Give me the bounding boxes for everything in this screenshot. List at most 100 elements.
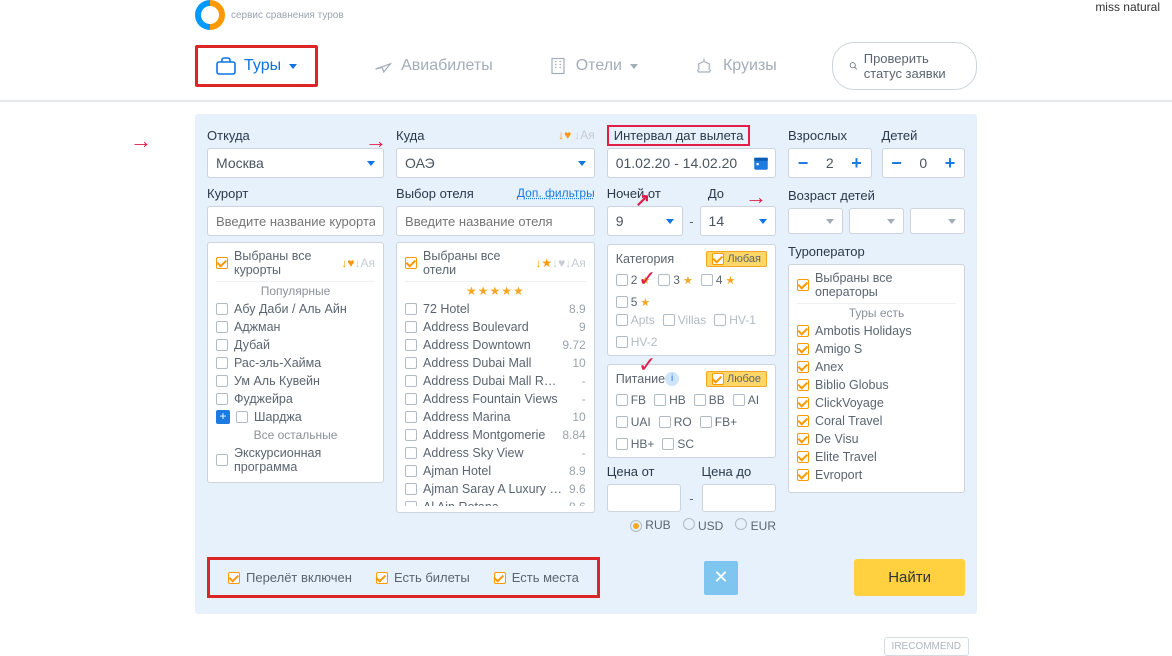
resort-rest-label: Все остальные: [216, 426, 375, 444]
currency-usd[interactable]: USD: [683, 518, 724, 533]
annotation-arrow: →: [745, 184, 767, 210]
check-status-button[interactable]: Проверить статус заявки: [832, 42, 977, 90]
meal-option[interactable]: FB: [616, 393, 646, 407]
resort-popular-label: Популярные: [216, 282, 375, 300]
hotel-input[interactable]: [396, 206, 595, 236]
tickets-available-checkbox[interactable]: Есть билеты: [376, 570, 470, 585]
meal-option[interactable]: RO: [659, 415, 692, 429]
watermark: IRECOMMEND: [884, 637, 969, 656]
nav-cruises[interactable]: Круизы: [693, 57, 777, 75]
dates-input[interactable]: 01.02.20 - 14.02.20: [607, 148, 776, 178]
operator-item[interactable]: De Visu: [797, 430, 956, 448]
age-select[interactable]: [849, 208, 904, 234]
find-button[interactable]: Найти: [854, 559, 965, 596]
resort-item[interactable]: Ум Аль Кувейн: [216, 372, 375, 390]
operator-item[interactable]: Elite Travel: [797, 448, 956, 466]
hotel-item[interactable]: Address Sky View-: [405, 444, 586, 462]
hotel-item[interactable]: Address Dubai Mall10: [405, 354, 586, 372]
operator-item[interactable]: Coral Travel: [797, 412, 956, 430]
suitcase-icon: [216, 57, 236, 75]
meal-option[interactable]: HB: [654, 393, 686, 407]
age-select[interactable]: [910, 208, 965, 234]
close-button[interactable]: ✕: [704, 561, 738, 595]
operator-item[interactable]: Ambotis Holidays: [797, 322, 956, 340]
resort-all-checkbox[interactable]: [216, 257, 228, 269]
resort-item[interactable]: Аджман: [216, 318, 375, 336]
hotel-item[interactable]: Address Montgomerie8.84: [405, 426, 586, 444]
info-icon[interactable]: i: [665, 372, 679, 386]
resort-item[interactable]: Дубай: [216, 336, 375, 354]
expand-icon[interactable]: +: [216, 410, 230, 424]
hotel-item[interactable]: Address Fountain Views-: [405, 390, 586, 408]
price-to-input[interactable]: [702, 484, 776, 512]
meal-option[interactable]: SC: [662, 437, 694, 451]
dates-label: Интервал дат вылета: [607, 125, 751, 146]
seats-available-checkbox[interactable]: Есть места: [494, 570, 579, 585]
hotel-item[interactable]: Address Dubai Mall Resid-: [405, 372, 586, 390]
hotel-item[interactable]: Ajman Saray A Luxury Col9.6: [405, 480, 586, 498]
logo-icon: [195, 0, 225, 30]
operator-item[interactable]: Anex: [797, 358, 956, 376]
annotation-check: ✓: [638, 352, 656, 378]
plus-button[interactable]: +: [936, 149, 964, 177]
operator-item[interactable]: ClickVoyage: [797, 394, 956, 412]
operator-header: Туры есть: [797, 304, 956, 322]
nights-to-select[interactable]: 14: [700, 206, 776, 236]
minus-button[interactable]: −: [883, 149, 911, 177]
operator-item[interactable]: Amigo S: [797, 340, 956, 358]
hotel-item[interactable]: Address Downtown9.72: [405, 336, 586, 354]
age-select[interactable]: [788, 208, 843, 234]
meal-option[interactable]: UAI: [616, 415, 651, 429]
hotel-all-label: Выбраны все отели: [423, 249, 529, 277]
meal-option[interactable]: HB+: [616, 437, 655, 451]
currency-rub[interactable]: RUB: [630, 518, 671, 533]
from-select[interactable]: Москва: [207, 148, 384, 178]
nav-tours[interactable]: Туры: [216, 57, 297, 75]
building-icon: [548, 57, 568, 75]
hotel-item[interactable]: Address Marina10: [405, 408, 586, 426]
minus-button[interactable]: −: [789, 149, 817, 177]
nav-hotels[interactable]: Отели: [548, 57, 638, 75]
meal-any-tag[interactable]: Любое: [706, 371, 767, 387]
meal-option[interactable]: AI: [733, 393, 759, 407]
meal-option[interactable]: FB+: [700, 415, 737, 429]
resort-item[interactable]: Фуджейра: [216, 390, 375, 408]
resort-input[interactable]: [207, 206, 384, 236]
kids-label: Детей: [882, 128, 918, 143]
nights-to-label: До: [708, 186, 724, 201]
resort-item[interactable]: Абу Даби / Аль Айн: [216, 300, 375, 318]
resort-item[interactable]: +Шарджа: [216, 408, 375, 426]
hotel-item[interactable]: Al Ain Rotana8.6: [405, 498, 586, 506]
adults-stepper[interactable]: −2+: [788, 148, 872, 178]
operator-item[interactable]: Good Time Travel: [797, 484, 956, 486]
category-any-tag[interactable]: Любая: [706, 251, 767, 267]
currency-eur[interactable]: EUR: [735, 518, 776, 533]
operator-label: Туроператор: [788, 244, 865, 259]
logo-subtitle: сервис сравнения туров: [231, 10, 344, 21]
operator-item[interactable]: Biblio Globus: [797, 376, 956, 394]
hotel-all-checkbox[interactable]: [405, 257, 417, 269]
nav-flights[interactable]: Авиабилеты: [373, 57, 493, 75]
to-select[interactable]: ОАЭ: [396, 148, 595, 178]
resort-item[interactable]: Рас-эль-Хайма: [216, 354, 375, 372]
price-from-input[interactable]: [607, 484, 681, 512]
meal-option[interactable]: BB: [694, 393, 725, 407]
hotel-item[interactable]: 72 Hotel8.9: [405, 300, 586, 318]
adults-label: Взрослых: [788, 128, 847, 143]
operator-item[interactable]: Evroport: [797, 466, 956, 484]
filters-link[interactable]: Доп. фильтры: [517, 186, 595, 200]
hotel-item[interactable]: Address Boulevard9: [405, 318, 586, 336]
resort-label: Курорт: [207, 186, 248, 201]
excursion-checkbox[interactable]: [216, 454, 228, 466]
stars-icon: ★★★★★: [466, 284, 525, 298]
flight-included-checkbox[interactable]: Перелёт включен: [228, 570, 352, 585]
calendar-icon: [752, 154, 770, 172]
kids-stepper[interactable]: −0+: [882, 148, 966, 178]
annotation-check: ✓: [638, 266, 656, 292]
hotel-label: Выбор отеля: [396, 186, 474, 201]
operator-all-checkbox[interactable]: [797, 279, 809, 291]
hotel-item[interactable]: Ajman Hotel8.9: [405, 462, 586, 480]
plus-button[interactable]: +: [843, 149, 871, 177]
ship-icon: [693, 57, 715, 75]
annotation-arrow: →: [365, 128, 387, 154]
